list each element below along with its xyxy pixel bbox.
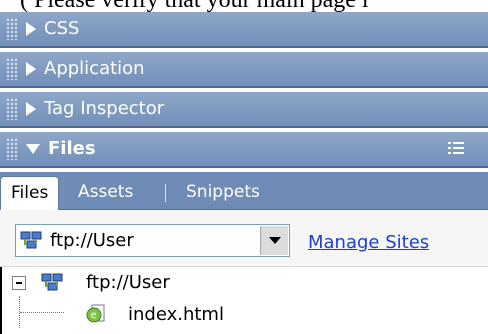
panel-application[interactable]: Application [0, 52, 488, 88]
tab-snippets[interactable]: Snippets [176, 176, 270, 209]
panel-tabs: Files Assets Snippets [0, 172, 488, 210]
site-icon [41, 273, 63, 291]
grip-icon[interactable] [6, 138, 18, 160]
site-icon [20, 231, 42, 249]
tab-files[interactable]: Files [0, 176, 60, 210]
expand-arrow-icon[interactable] [26, 102, 36, 116]
expand-arrow-icon[interactable] [26, 62, 36, 76]
tab-assets[interactable]: Assets [68, 176, 143, 209]
tree-root-label[interactable]: ftp://User [86, 272, 170, 293]
panel-tag-inspector[interactable]: Tag Inspector [0, 92, 488, 128]
site-selector[interactable]: ftp://User [15, 224, 290, 257]
tree-file-label[interactable]: index.html [128, 304, 224, 325]
collapse-tree-icon[interactable] [12, 276, 26, 290]
grip-icon[interactable] [6, 98, 18, 120]
top-note-text: ( Please verify that your main page i [20, 0, 369, 13]
site-selector-value: ftp://User [50, 230, 134, 251]
svg-text:e: e [91, 310, 97, 321]
panel-label: CSS [44, 18, 80, 39]
tab-separator [165, 184, 166, 202]
tree-file-row[interactable]: e index.html [2, 299, 488, 331]
manage-sites-link[interactable]: Manage Sites [308, 232, 429, 253]
dropdown-arrow-icon[interactable] [260, 226, 288, 255]
expand-arrow-icon[interactable] [26, 22, 36, 36]
panel-label: Files [48, 138, 96, 159]
panel-label: Application [44, 58, 145, 79]
grip-icon[interactable] [6, 58, 18, 80]
panel-label: Tag Inspector [44, 98, 165, 119]
options-icon[interactable] [448, 141, 466, 159]
panel-css[interactable]: CSS [0, 12, 488, 48]
panel-files[interactable]: Files [0, 132, 488, 168]
tree-root-row[interactable]: ftp://User [2, 267, 488, 299]
file-tree: ftp://User e index.html [0, 267, 488, 334]
collapse-arrow-icon[interactable] [26, 144, 40, 154]
files-toolbar: ftp://User Manage Sites [0, 210, 488, 267]
grip-icon[interactable] [6, 18, 18, 40]
html-file-icon: e [86, 304, 105, 323]
